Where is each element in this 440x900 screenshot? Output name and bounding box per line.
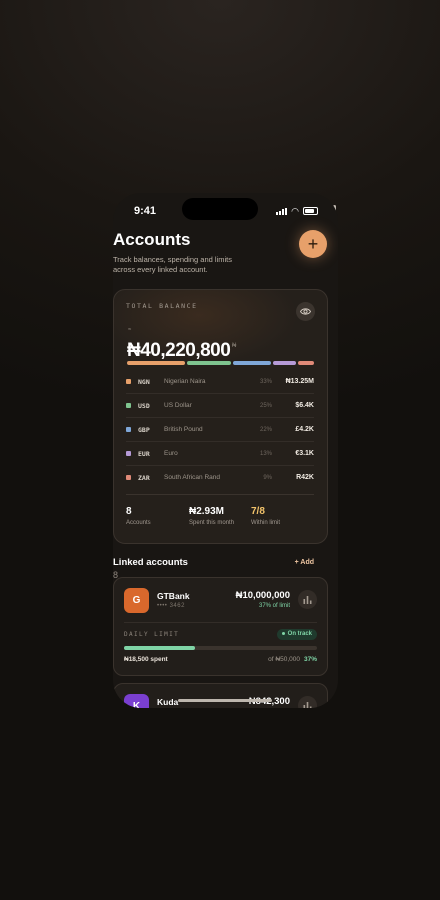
currency-color-dot-icon: [126, 451, 131, 456]
currency-row-eur[interactable]: EUR Euro 13% €3.1K: [126, 442, 314, 466]
account-limit-note: 37% of limit: [258, 603, 290, 609]
card-divider: [126, 494, 314, 495]
currency-percent: 22%: [259, 426, 272, 433]
stat-spent-label: Spent this month: [189, 520, 235, 526]
add-account-button[interactable]: +: [299, 230, 327, 258]
account-avatar: K: [124, 694, 149, 708]
account-insights-button[interactable]: [298, 590, 317, 609]
allocation-segment-gbp: [232, 361, 272, 365]
status-badge: On track: [276, 629, 317, 640]
currency-color-dot-icon: [126, 475, 131, 480]
total-balance-card: TOTAL BALANCE ≈ ₦40,220,800 ₦ NGN Nigeria…: [113, 289, 328, 544]
currency-row-zar[interactable]: ZAR South African Rand 9% R42K: [126, 466, 314, 489]
allocation-segment-zar: [298, 361, 314, 365]
bar-chart-icon: [303, 702, 312, 708]
currency-amount: £4.2K: [295, 426, 314, 433]
currency-color-dot-icon: [126, 427, 131, 432]
currency-list: NGN Nigerian Naira 33% ₦13.25M USD US Dollar 2…: [126, 370, 314, 489]
currency-mark: ₦: [232, 343, 237, 349]
account-number: •••• 3462: [157, 603, 185, 609]
daily-limit-progress-fill: [124, 646, 196, 650]
currency-row-usd[interactable]: USD US Dollar 25% $6.4K: [126, 394, 314, 418]
add-linked-account-button[interactable]: + Add: [295, 559, 314, 566]
stat-accounts: 8 Accounts: [126, 506, 151, 526]
toggle-visibility-button[interactable]: [296, 302, 315, 321]
daily-limit-label: DAILY LIMIT: [124, 631, 180, 638]
allocation-segment-ngn: [127, 361, 185, 365]
account-avatar: G: [124, 588, 149, 613]
currency-percent: 9%: [263, 474, 272, 481]
currency-name: Nigerian Naira: [164, 378, 206, 385]
account-name: Kuda: [157, 697, 179, 707]
account-card-gtbank[interactable]: G GTBank •••• 3462 ₦10,000,000 37% of li…: [113, 577, 328, 676]
currency-name: South African Rand: [164, 474, 221, 481]
currency-amount: €3.1K: [295, 450, 314, 457]
account-name: GTBank: [157, 591, 190, 601]
allocation-segment-eur: [273, 361, 297, 365]
bar-chart-icon: [303, 596, 312, 604]
allocation-segment-usd: [186, 361, 231, 365]
stat-accounts-value: 8: [126, 506, 132, 517]
daily-limit-progress: [124, 646, 317, 650]
status-dot-icon: [281, 631, 285, 635]
page-title: Accounts: [113, 230, 191, 249]
currency-code: ZAR: [138, 473, 150, 482]
currency-color-dot-icon: [126, 403, 131, 408]
currency-name: Euro: [164, 450, 178, 457]
total-balance-label: TOTAL BALANCE: [126, 302, 198, 310]
account-card-kuda[interactable]: K Kuda ₦842,300: [113, 683, 328, 708]
currency-code: GBP: [138, 425, 150, 434]
currency-amount: $6.4K: [295, 402, 314, 409]
home-indicator: [178, 699, 272, 702]
page-subtitle: Track balances, spending and limits acro…: [113, 255, 232, 274]
total-balance-amount: ₦40,220,800: [127, 340, 231, 361]
account-divider: [124, 622, 317, 623]
allocation-bar: [127, 361, 314, 365]
eye-icon: [300, 308, 311, 315]
currency-name: British Pound: [164, 426, 203, 433]
status-text: On track: [287, 631, 312, 637]
currency-row-ngn[interactable]: NGN Nigerian Naira 33% ₦13.25M: [126, 370, 314, 394]
currency-code: EUR: [138, 449, 150, 458]
currency-code: USD: [138, 401, 150, 410]
stat-accounts-label: Accounts: [126, 520, 151, 526]
limit-percent: 37%: [303, 656, 317, 663]
phone-screen: 9:41 ◠ Accounts Track balances, spending…: [113, 193, 338, 708]
stat-spent-value: ₦2.93M: [189, 506, 225, 517]
currency-color-dot-icon: [126, 379, 131, 384]
currency-code: NGN: [138, 377, 150, 386]
limit-total: of ₦50,000 37%: [268, 656, 317, 663]
currency-percent: 25%: [259, 402, 272, 409]
currency-name: US Dollar: [164, 402, 192, 409]
spent-amount: ₦18,500 spent: [124, 656, 168, 663]
account-insights-button[interactable]: [298, 696, 317, 708]
currency-amount: R42K: [296, 474, 314, 481]
approx-mark: ≈: [128, 327, 132, 333]
currency-amount: ₦13.25M: [285, 378, 314, 385]
stat-limit-value: 7/8: [251, 506, 265, 517]
account-balance: ₦10,000,000: [235, 590, 290, 601]
linked-accounts-title: Linked accounts: [113, 557, 188, 568]
currency-percent: 13%: [259, 450, 272, 457]
stat-limit-label: Within limit: [251, 520, 281, 526]
linked-accounts-sub: ·: [184, 558, 186, 564]
limit-total-text: of ₦50,000: [268, 656, 300, 663]
stat-within-limit: 7/8 Within limit: [251, 506, 280, 526]
currency-row-gbp[interactable]: GBP British Pound 22% £4.2K: [126, 418, 314, 442]
currency-percent: 33%: [259, 378, 272, 385]
scroll-content: Accounts Track balances, spending and li…: [113, 193, 328, 708]
stat-spent: ₦2.93M Spent this month: [189, 506, 234, 526]
